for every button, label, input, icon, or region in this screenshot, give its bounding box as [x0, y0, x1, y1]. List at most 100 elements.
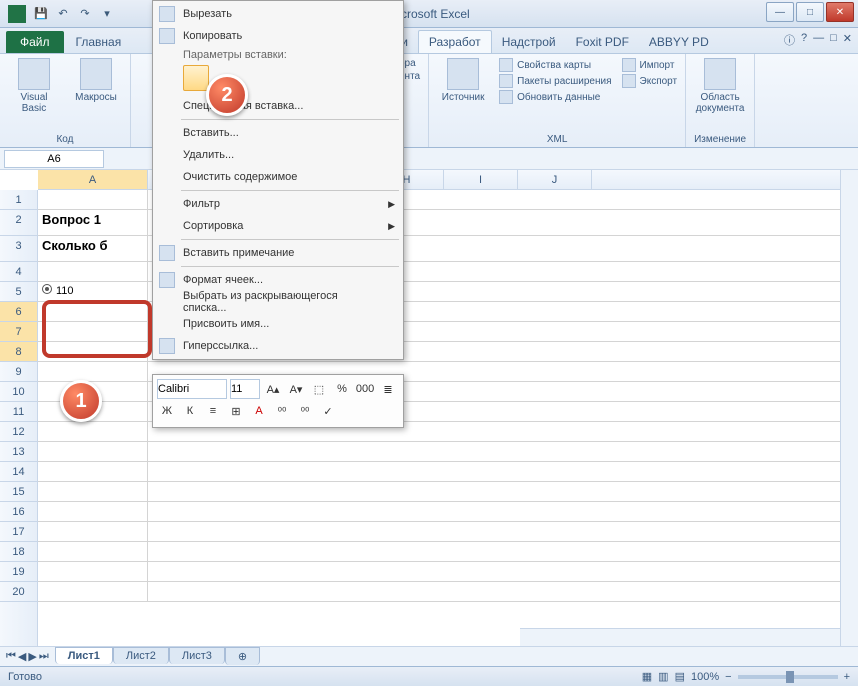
row-header-17[interactable]: 17	[0, 522, 37, 542]
row-header-11[interactable]: 11	[0, 402, 37, 422]
mini-percent[interactable]: %	[332, 379, 352, 399]
maximize-button[interactable]: □	[796, 2, 824, 22]
xml-import[interactable]: Импорт	[622, 58, 678, 72]
mini-borders[interactable]: ⊞	[226, 401, 246, 421]
row-20[interactable]	[38, 582, 840, 602]
sheet-nav-first[interactable]: ⏮	[6, 650, 16, 663]
mini-font-size[interactable]	[230, 379, 260, 399]
ctx-hyperlink[interactable]: Гиперссылка...	[153, 335, 403, 357]
spreadsheet-grid[interactable]: A E F G H I J 12345678910111213141516171…	[0, 170, 858, 646]
tab-addins[interactable]: Надстрой	[492, 31, 566, 53]
tab-foxit[interactable]: Foxit PDF	[566, 31, 639, 53]
row-header-3[interactable]: 3	[0, 236, 37, 262]
xml-props[interactable]: Свойства карты	[499, 58, 611, 72]
ctx-paste-special[interactable]: Специальная вставка...	[153, 95, 403, 117]
mini-shrink-font[interactable]: A▾	[286, 379, 306, 399]
mini-style[interactable]: ⬚	[309, 379, 329, 399]
xml-refresh[interactable]: Обновить данные	[499, 90, 611, 104]
row-header-13[interactable]: 13	[0, 442, 37, 462]
info-icon[interactable]: ⓘ	[784, 32, 795, 48]
view-break-icon[interactable]: ▤	[675, 670, 685, 683]
qat-redo-icon[interactable]: ↷	[76, 5, 94, 23]
mini-align[interactable]: ≡	[203, 401, 223, 421]
file-tab[interactable]: Файл	[6, 31, 64, 53]
ctx-insert[interactable]: Вставить...	[153, 122, 403, 144]
mini-font-name[interactable]	[157, 379, 227, 399]
ctx-copy[interactable]: Копировать	[153, 25, 403, 47]
row-header-19[interactable]: 19	[0, 562, 37, 582]
row-header-9[interactable]: 9	[0, 362, 37, 382]
mini-format-painter[interactable]: ✓	[318, 401, 338, 421]
row-header-20[interactable]: 20	[0, 582, 37, 602]
zoom-slider[interactable]	[738, 675, 838, 679]
ctx-format[interactable]: Формат ячеек...	[153, 269, 403, 291]
mini-dec-dec[interactable]: ⁰⁰	[295, 401, 315, 421]
qat-dropdown-icon[interactable]: ▾	[98, 5, 116, 23]
help-icon[interactable]: ?	[801, 32, 807, 48]
ctx-dropdown[interactable]: Выбрать из раскрывающегося списка...	[153, 291, 403, 313]
mini-italic[interactable]: К	[180, 401, 200, 421]
view-normal-icon[interactable]: ▦	[642, 670, 652, 683]
sheet-tab-2[interactable]: Лист2	[113, 647, 169, 664]
row-header-2[interactable]: 2	[0, 210, 37, 236]
zoom-level[interactable]: 100%	[691, 671, 719, 683]
tab-developer[interactable]: Разработ	[418, 30, 492, 53]
sheet-nav-next[interactable]: ▶	[28, 650, 36, 663]
minimize-button[interactable]: —	[766, 2, 794, 22]
ctx-clear[interactable]: Очистить содержимое	[153, 166, 403, 188]
vertical-scrollbar[interactable]	[840, 170, 858, 646]
row-header-5[interactable]: 5	[0, 282, 37, 302]
row-15[interactable]	[38, 482, 840, 502]
row-header-12[interactable]: 12	[0, 422, 37, 442]
row-17[interactable]	[38, 522, 840, 542]
sheet-tab-3[interactable]: Лист3	[169, 647, 225, 664]
xml-source-button[interactable]: Источник	[437, 58, 489, 103]
row-13[interactable]	[38, 442, 840, 462]
row-16[interactable]	[38, 502, 840, 522]
row-header-4[interactable]: 4	[0, 262, 37, 282]
sheet-tab-1[interactable]: Лист1	[55, 647, 113, 664]
row-header-15[interactable]: 15	[0, 482, 37, 502]
row-14[interactable]	[38, 462, 840, 482]
ctx-delete[interactable]: Удалить...	[153, 144, 403, 166]
mini-bold[interactable]: Ж	[157, 401, 177, 421]
ctx-sort[interactable]: Сортировка▶	[153, 215, 403, 237]
ctx-comment[interactable]: Вставить примечание	[153, 242, 403, 264]
qat-undo-icon[interactable]: ↶	[54, 5, 72, 23]
name-box[interactable]: A6	[4, 150, 104, 168]
document-area-button[interactable]: Область документа	[694, 58, 746, 114]
row-header-10[interactable]: 10	[0, 382, 37, 402]
sheet-new[interactable]: ⊕	[225, 647, 260, 665]
tab-abbyy[interactable]: ABBYY PD	[639, 31, 719, 53]
mini-inc-dec[interactable]: ⁰⁰	[272, 401, 292, 421]
close-button[interactable]: ✕	[826, 2, 854, 22]
cell-A2[interactable]: Вопрос 1	[38, 210, 148, 235]
ctx-filter[interactable]: Фильтр▶	[153, 193, 403, 215]
col-header-A[interactable]: A	[38, 170, 148, 189]
qat-save-icon[interactable]: 💾	[32, 5, 50, 23]
tab-home[interactable]: Главная	[66, 31, 132, 53]
visual-basic-button[interactable]: Visual Basic	[8, 58, 60, 114]
xml-export[interactable]: Экспорт	[622, 74, 678, 88]
col-header-J[interactable]: J	[518, 170, 592, 189]
sheet-nav-last[interactable]: ⏭	[39, 650, 49, 663]
zoom-out[interactable]: −	[725, 671, 731, 683]
ctx-cut[interactable]: Вырезать	[153, 3, 403, 25]
row-19[interactable]	[38, 562, 840, 582]
row-header-8[interactable]: 8	[0, 342, 37, 362]
row-header-7[interactable]: 7	[0, 322, 37, 342]
row-header-14[interactable]: 14	[0, 462, 37, 482]
row-18[interactable]	[38, 542, 840, 562]
mini-fontcolor[interactable]: A	[249, 401, 269, 421]
zoom-in[interactable]: +	[844, 671, 850, 683]
mini-grow-font[interactable]: A▴	[263, 379, 283, 399]
row-header-1[interactable]: 1	[0, 190, 37, 210]
doc-minimize-icon[interactable]: —	[813, 32, 824, 48]
row-headers[interactable]: 1234567891011121314151617181920	[0, 190, 38, 646]
row-header-6[interactable]: 6	[0, 302, 37, 322]
sheet-nav-prev[interactable]: ◀	[18, 650, 26, 663]
horizontal-scrollbar[interactable]	[520, 628, 840, 646]
xml-packs[interactable]: Пакеты расширения	[499, 74, 611, 88]
cell-A5[interactable]: 110	[38, 282, 148, 301]
mini-merge[interactable]: ≣	[378, 379, 398, 399]
